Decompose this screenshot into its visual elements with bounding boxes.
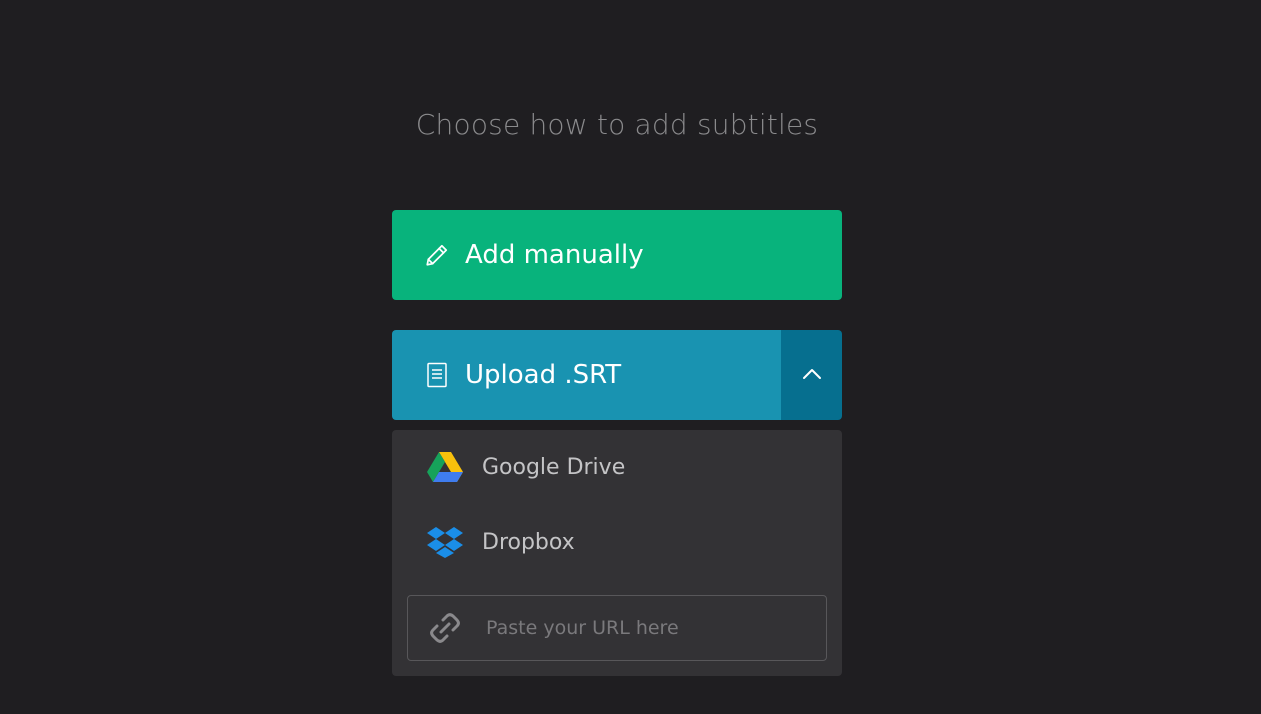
upload-options-toggle[interactable]	[781, 330, 842, 420]
chevron-up-icon	[801, 366, 823, 385]
add-manually-label: Add manually	[465, 240, 644, 270]
page-title: Choose how to add subtitles	[415, 108, 819, 141]
url-input[interactable]	[484, 616, 826, 640]
url-input-container	[407, 595, 827, 661]
upload-source-menu: Google Drive Dropbox	[392, 430, 842, 676]
document-icon	[424, 362, 450, 388]
upload-srt-button[interactable]: Upload .SRT	[392, 330, 781, 420]
menu-item-google-drive[interactable]: Google Drive	[392, 437, 842, 497]
pencil-icon	[424, 242, 450, 268]
google-drive-icon	[426, 450, 464, 484]
add-manually-button[interactable]: Add manually	[392, 210, 842, 300]
dropbox-label: Dropbox	[482, 529, 575, 555]
upload-srt-label: Upload .SRT	[465, 360, 622, 390]
link-icon	[428, 611, 462, 645]
upload-srt-group: Upload .SRT	[392, 330, 842, 420]
dropbox-icon	[426, 525, 464, 559]
subtitle-options-page: Choose how to add subtitles Add manually…	[0, 0, 1261, 714]
menu-item-dropbox[interactable]: Dropbox	[392, 512, 842, 572]
google-drive-label: Google Drive	[482, 454, 626, 480]
